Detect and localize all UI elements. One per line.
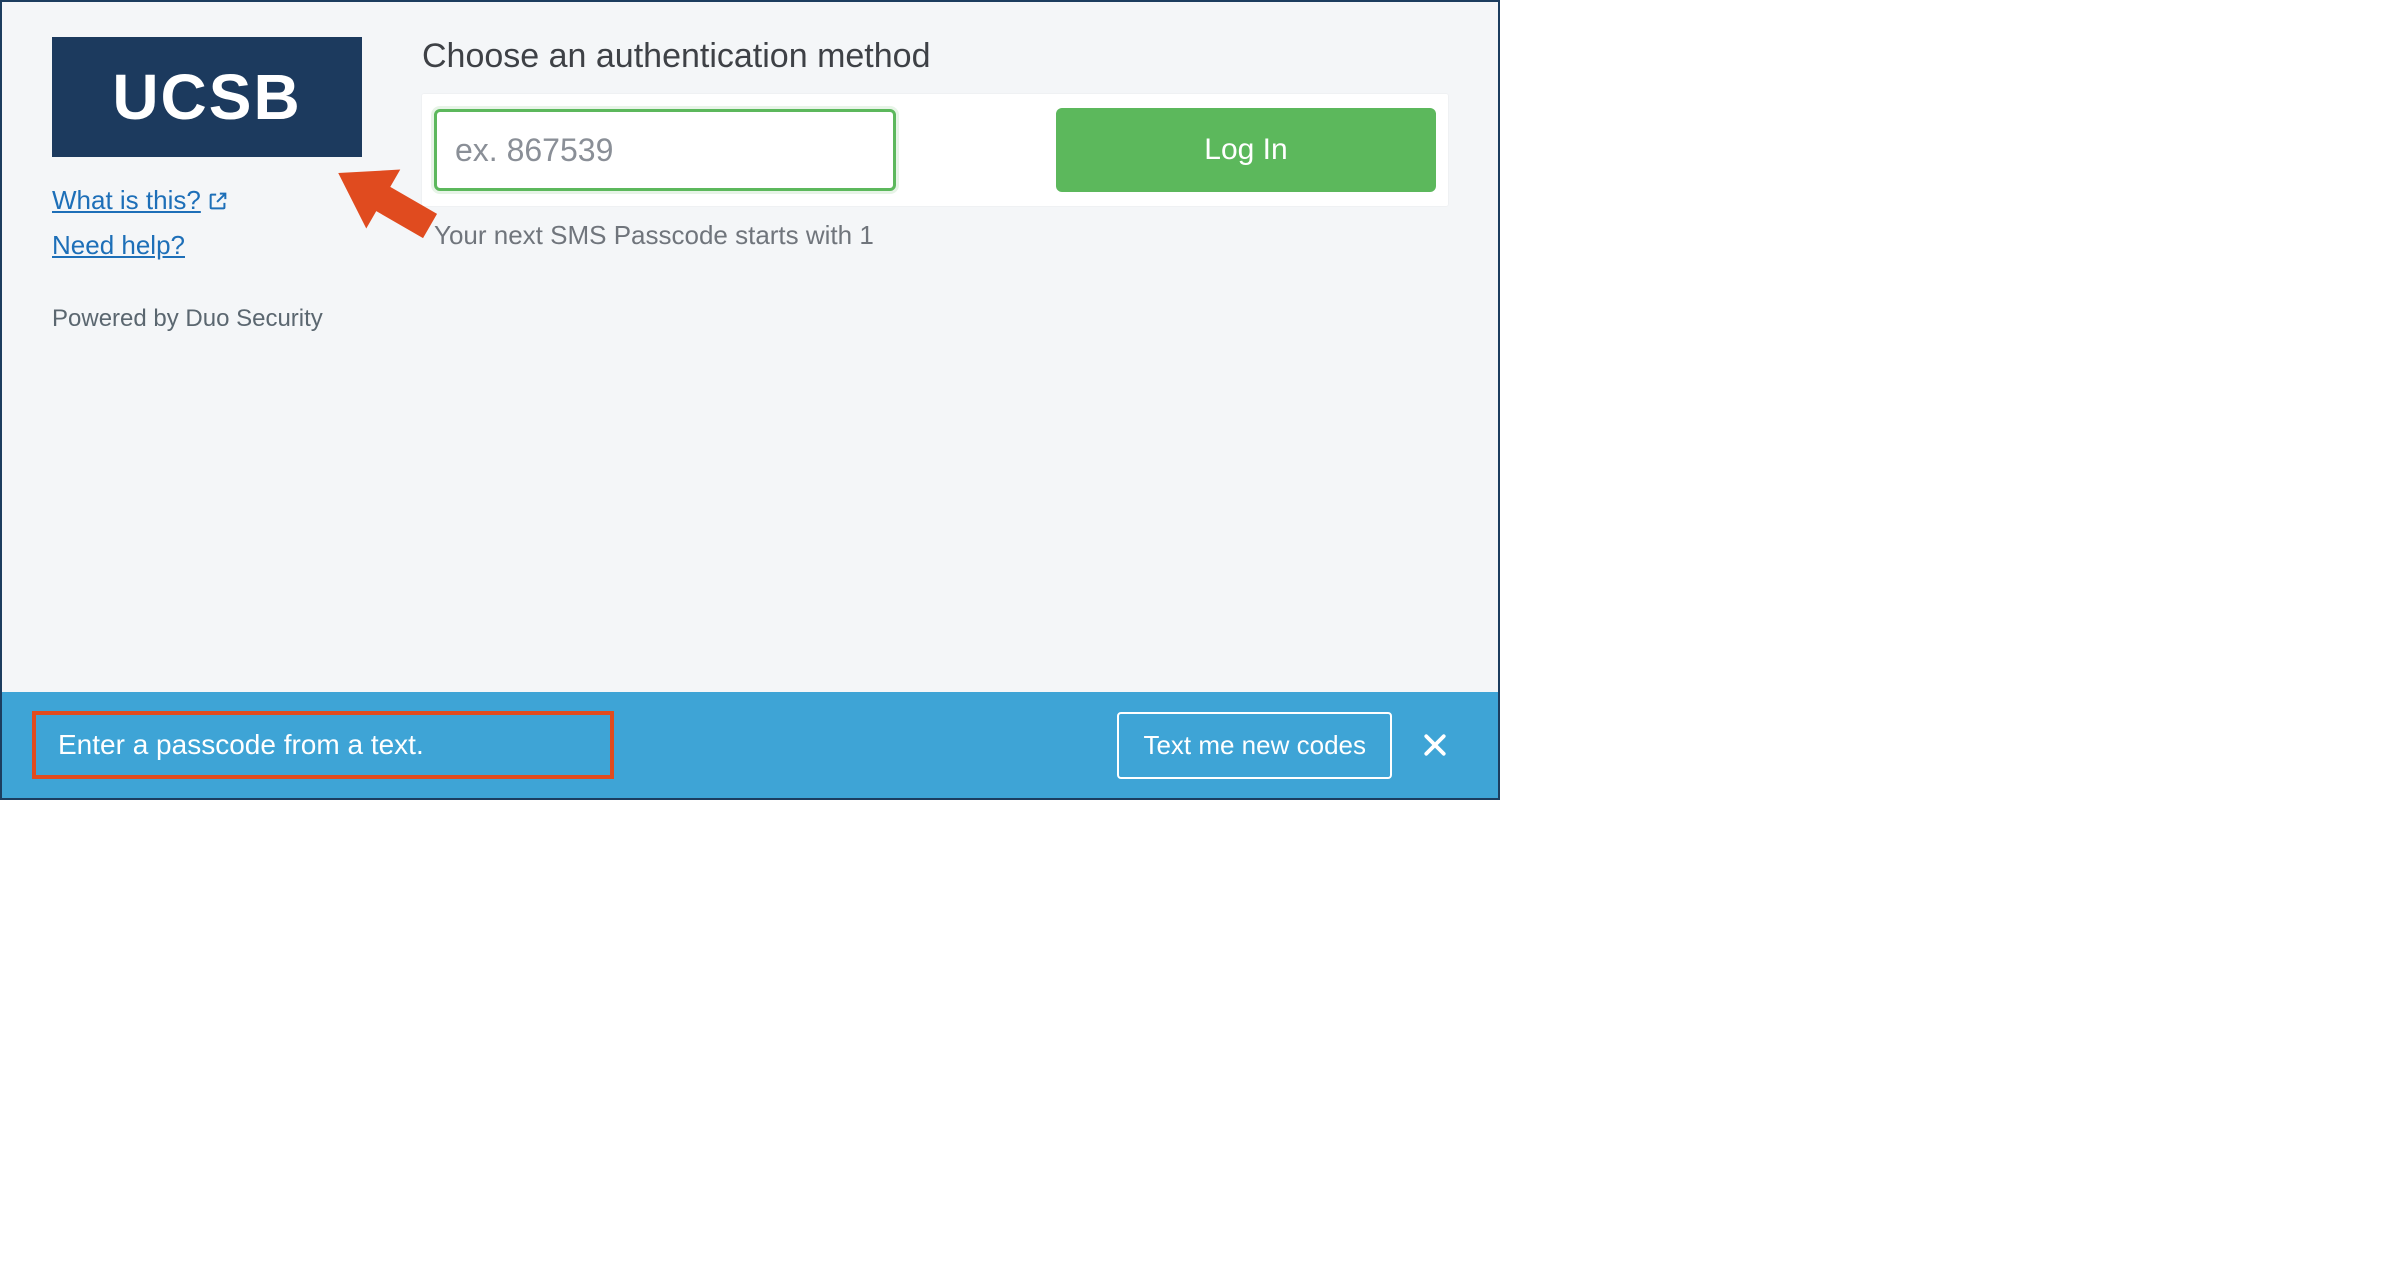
duo-auth-frame: UCSB What is this? Need help? Powered by… — [0, 0, 1500, 800]
footer-message-text: Enter a passcode from a text. — [58, 729, 424, 760]
passcode-hint: Your next SMS Passcode starts with 1 — [422, 220, 1448, 251]
need-help-link[interactable]: Need help? — [52, 230, 362, 261]
dismiss-button[interactable] — [1412, 722, 1458, 768]
sidebar: UCSB What is this? Need help? Powered by… — [52, 37, 362, 692]
powered-by-text: Powered by Duo Security — [52, 305, 362, 333]
main-panel: Choose an authentication method Log In Y… — [422, 37, 1448, 692]
close-icon — [1420, 730, 1450, 760]
log-in-button[interactable]: Log In — [1056, 108, 1436, 192]
need-help-label: Need help? — [52, 230, 185, 261]
footer-bar: Enter a passcode from a text. Text me ne… — [2, 692, 1498, 798]
auth-row: Log In — [422, 94, 1448, 206]
passcode-input[interactable] — [434, 109, 896, 191]
ucsb-logo: UCSB — [52, 37, 362, 157]
text-me-new-codes-button[interactable]: Text me new codes — [1117, 712, 1392, 779]
footer-message-highlight: Enter a passcode from a text. — [32, 711, 614, 779]
external-link-icon — [207, 190, 229, 212]
content-area: UCSB What is this? Need help? Powered by… — [2, 2, 1498, 692]
what-is-this-link[interactable]: What is this? — [52, 185, 362, 216]
what-is-this-label: What is this? — [52, 185, 201, 216]
auth-heading: Choose an authentication method — [422, 37, 1448, 76]
